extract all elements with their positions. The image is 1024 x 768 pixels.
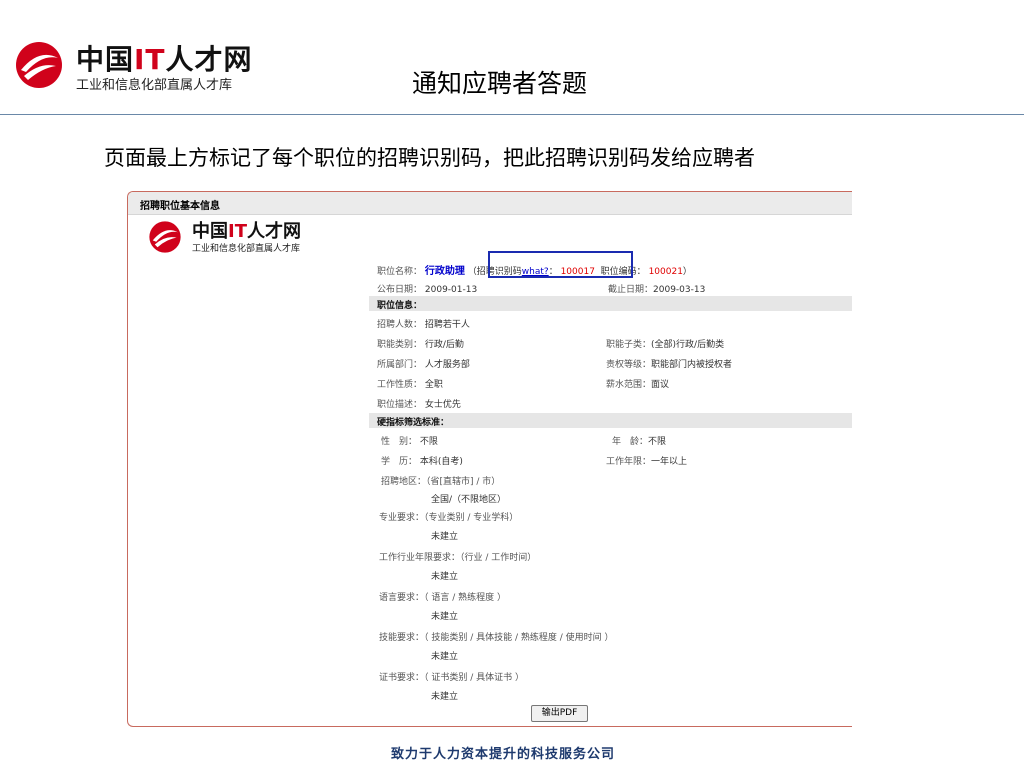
dept-label: 所属部门： xyxy=(377,360,423,370)
edu-label: 学 历： xyxy=(381,457,418,467)
job-name-label: 职位名称： xyxy=(377,267,423,277)
section-job-info-title: 职位信息： xyxy=(377,301,423,311)
job-detail-panel: 招聘职位基本信息 中国IT人才网 工业和信息化部直属人才库 职位名称： 行政助理… xyxy=(127,191,852,727)
desc-row: 职位描述： 女士优先 xyxy=(377,397,461,410)
nature-row: 工作性质： 全职 xyxy=(377,377,443,390)
panel-header-title: 招聘职位基本信息 xyxy=(140,201,220,212)
salary-label: 薪水范围： xyxy=(606,380,652,390)
brand-name: 中国IT人才网 xyxy=(76,43,253,76)
salary: 面议 xyxy=(651,380,670,390)
dept: 人才服务部 xyxy=(424,360,470,370)
paren-close: ） xyxy=(682,267,692,277)
section-job-info: 职位信息： xyxy=(369,296,852,311)
gender-row: 性 别： 不限 xyxy=(381,434,438,447)
subcategory-row: 职能子类：(全部)行政/后勤类 xyxy=(606,337,724,350)
auth: 职能部门内被授权者 xyxy=(651,360,733,370)
lang-label: 语言要求： xyxy=(379,593,425,603)
industry-value: 未建立 xyxy=(431,572,459,582)
major-row: 专业要求：（专业类别 / 专业学科） xyxy=(379,510,518,523)
industry-row: 工作行业年限要求：（行业 / 工作时间） xyxy=(379,550,536,563)
nature: 全职 xyxy=(424,380,443,390)
publish-date: 2009-01-13 xyxy=(424,285,478,295)
headcount-row: 招聘人数： 招聘若干人 xyxy=(377,317,470,330)
slide-description: 页面最上方标记了每个职位的招聘识别码，把此招聘识别码发给应聘者 xyxy=(104,146,755,170)
years-label: 工作年限： xyxy=(606,457,652,467)
deadline: 2009-03-13 xyxy=(653,285,706,295)
cert-row: 证书要求：（ 证书类别 / 具体证书 ） xyxy=(379,670,524,683)
panel-logo: 中国IT人才网 工业和信息化部直属人才库 xyxy=(148,216,348,258)
major-label: 专业要求： xyxy=(379,513,425,523)
subcategory-label: 职能子类： xyxy=(606,340,652,350)
cert-label: 证书要求： xyxy=(379,673,425,683)
brand-emblem-icon xyxy=(16,42,62,88)
subcategory: (全部)行政/后勤类 xyxy=(651,340,725,350)
cert-hint: （ 证书类别 / 具体证书 ） xyxy=(424,673,524,683)
brand-logo: 中国IT人才网 工业和信息化部直属人才库 xyxy=(10,36,253,98)
age: 不限 xyxy=(648,437,667,447)
major-value: 未建立 xyxy=(431,532,459,542)
job-number-value: 100021 xyxy=(648,267,683,277)
footer-slogan: 致力于人力资本提升的科技服务公司 xyxy=(391,747,616,762)
nature-label: 工作性质： xyxy=(377,380,423,390)
deadline-label: 截止日期： xyxy=(608,285,654,295)
headcount-label: 招聘人数： xyxy=(377,320,423,330)
recruit-code-highlight xyxy=(488,251,633,278)
export-pdf-button[interactable]: 输出PDF xyxy=(531,705,588,722)
panel-brand-name: 中国IT人才网 xyxy=(192,221,301,242)
category-label: 职能类别： xyxy=(377,340,423,350)
publish-date-label: 公布日期： xyxy=(377,285,423,295)
desc-label: 职位描述： xyxy=(377,400,423,410)
desc: 女士优先 xyxy=(424,400,461,410)
publish-date-row: 公布日期： 2009-01-13 xyxy=(377,282,477,295)
skill-row: 技能要求：（ 技能类别 / 具体技能 / 熟练程度 / 使用时间 ） xyxy=(379,630,614,643)
industry-hint: （行业 / 工作时间） xyxy=(460,553,537,563)
gender-label: 性 别： xyxy=(381,437,418,447)
deadline-row: 截止日期：2009-03-13 xyxy=(608,282,705,295)
years-row: 工作年限：一年以上 xyxy=(606,454,687,467)
panel-brand-subtitle: 工业和信息化部直属人才库 xyxy=(192,244,301,254)
headcount: 招聘若干人 xyxy=(424,320,470,330)
skill-hint: （ 技能类别 / 具体技能 / 熟练程度 / 使用时间 ） xyxy=(424,633,614,643)
brand-subtitle: 工业和信息化部直属人才库 xyxy=(76,78,233,93)
industry-label: 工作行业年限要求： xyxy=(379,553,461,563)
lang-value: 未建立 xyxy=(431,612,459,622)
section-criteria: 硬指标筛选标准： xyxy=(369,413,852,428)
edu: 本科(自考) xyxy=(419,457,463,467)
gender: 不限 xyxy=(419,437,438,447)
section-criteria-title: 硬指标筛选标准： xyxy=(377,418,450,428)
slide-title: 通知应聘者答题 xyxy=(412,69,588,98)
header-divider xyxy=(0,114,1024,115)
years: 一年以上 xyxy=(651,457,688,467)
skill-value: 未建立 xyxy=(431,652,459,662)
cert-value: 未建立 xyxy=(431,692,459,702)
edu-row: 学 历： 本科(自考) xyxy=(381,454,463,467)
paren-open: （ xyxy=(467,267,477,277)
lang-hint: （ 语言 / 熟练程度 ） xyxy=(424,593,506,603)
region-row: 招聘地区：（省[直辖市] / 市） xyxy=(381,474,500,487)
region-label: 招聘地区： xyxy=(381,477,427,487)
category: 行政/后勤 xyxy=(424,340,464,350)
panel-header: 招聘职位基本信息 xyxy=(128,192,852,215)
auth-row: 责权等级：职能部门内被授权者 xyxy=(606,357,732,370)
region-value: 全国/（不限地区） xyxy=(431,495,507,505)
skill-label: 技能要求： xyxy=(379,633,425,643)
age-row: 年 龄：不限 xyxy=(612,434,666,447)
category-row: 职能类别： 行政/后勤 xyxy=(377,337,464,350)
major-hint: （专业类别 / 专业学科） xyxy=(424,513,519,523)
brand-emblem-icon xyxy=(149,221,181,253)
auth-label: 责权等级： xyxy=(606,360,652,370)
region-hint: （省[直辖市] / 市） xyxy=(426,477,501,487)
dept-row: 所属部门： 人才服务部 xyxy=(377,357,470,370)
job-name: 行政助理 xyxy=(424,266,465,277)
lang-row: 语言要求：（ 语言 / 熟练程度 ） xyxy=(379,590,506,603)
salary-row: 薪水范围：面议 xyxy=(606,377,669,390)
age-label: 年 龄： xyxy=(612,437,649,447)
